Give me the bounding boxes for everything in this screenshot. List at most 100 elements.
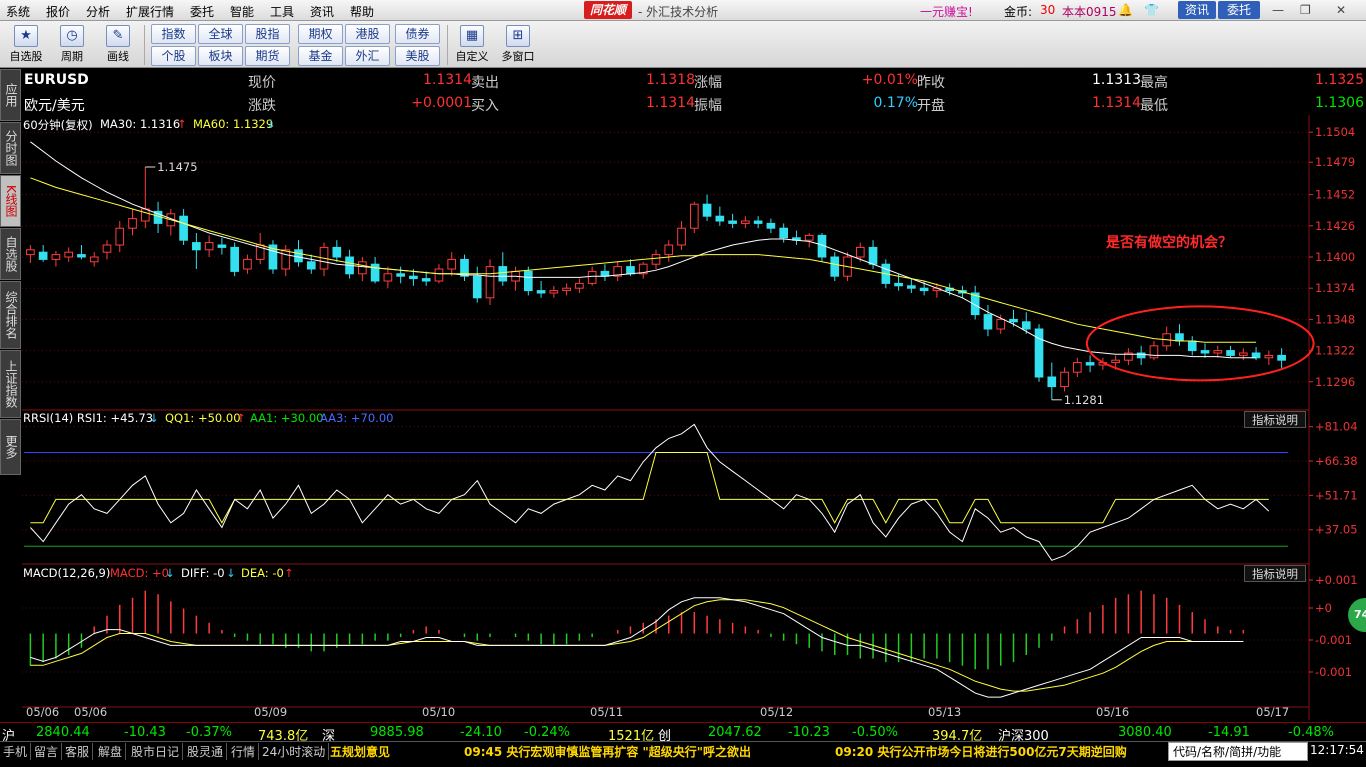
candle-body — [1085, 362, 1095, 366]
menu-item-tools[interactable]: 工具 — [270, 3, 294, 20]
y-tick-label: 1.1400 — [1315, 250, 1355, 264]
tab-24h[interactable]: 24小时滚动 — [259, 743, 330, 760]
window-title: - 外汇技术分析 — [638, 5, 719, 19]
rsi-explain-button[interactable]: 指标说明 — [1244, 411, 1306, 428]
menu-item-trade[interactable]: 委托 — [190, 3, 214, 20]
btn-global[interactable]: 全球 — [198, 24, 243, 44]
label-prev-close: 昨收 — [917, 75, 945, 91]
candle-body — [64, 251, 74, 258]
candle-body — [102, 244, 112, 253]
custom-button[interactable]: ▦ 自定义 — [452, 25, 492, 65]
candle-body — [1200, 350, 1210, 354]
rsi-line — [30, 423, 1270, 561]
candle-body — [664, 244, 674, 256]
menu-item-system[interactable]: 系统 — [6, 3, 30, 20]
x-date-label: 05/06 — [26, 705, 59, 719]
candle-body — [1060, 371, 1069, 388]
ticker-cy-change: -10.23 — [788, 725, 830, 740]
value-bid: 1.1314 — [646, 95, 695, 111]
search-input[interactable]: 代码/名称/简拼/功能 — [1168, 742, 1308, 761]
period-button[interactable]: ◷ 周期 — [52, 25, 92, 65]
bell-icon[interactable]: 🔔 — [1118, 3, 1133, 17]
y-tick-label: 1.1426 — [1315, 219, 1355, 233]
y-tick-label: +66.38 — [1315, 454, 1358, 468]
custom-icon: ▦ — [460, 25, 484, 47]
side-tab-apps[interactable]: 应用 — [0, 69, 21, 121]
menu-item-analysis[interactable]: 分析 — [86, 3, 110, 20]
tab-service[interactable]: 客服 — [62, 743, 94, 760]
candle-body — [396, 273, 405, 277]
toolbar-divider — [144, 25, 145, 65]
minimize-icon[interactable]: — — [1272, 3, 1284, 17]
tab-diary[interactable]: 股市日记 — [128, 743, 184, 760]
user-name[interactable]: 本本0915 — [1062, 3, 1117, 20]
candle-body — [536, 290, 546, 294]
candle-body — [715, 215, 725, 222]
side-tab-watchlist[interactable]: 自选股 — [0, 228, 21, 280]
btn-stocks[interactable]: 个股 — [151, 46, 196, 66]
menu-item-smart[interactable]: 智能 — [230, 3, 254, 20]
btn-bonds[interactable]: 债券 — [395, 24, 440, 44]
menu-item-quote[interactable]: 报价 — [46, 3, 70, 20]
btn-hk-stock[interactable]: 港股 — [345, 24, 390, 44]
promo-link[interactable]: 一元赚宝! — [920, 3, 973, 20]
btn-forex[interactable]: 外汇 — [345, 46, 390, 66]
btn-options[interactable]: 期权 — [298, 24, 343, 44]
candle-body — [230, 246, 239, 272]
dea-arrow-icon: ↑ — [284, 566, 294, 580]
watchlist-button[interactable]: ★ 自选股 — [6, 25, 46, 65]
candle-body — [855, 246, 865, 258]
news-ticker-2[interactable]: 09:45 央行宏观审慎监管再扩容 "超级央行"呼之欲出 — [464, 743, 751, 760]
trade-button[interactable]: 委托 — [1218, 1, 1260, 19]
menu-item-help[interactable]: 帮助 — [350, 3, 374, 20]
ma30-arrow-icon: ↑ — [177, 117, 187, 131]
news-ticker-3[interactable]: 09:20 央行公开市场今日将进行500亿元7天期逆回购 — [835, 743, 1139, 760]
menu-item-extended-quote[interactable]: 扩展行情 — [126, 3, 174, 20]
info-button[interactable]: 资讯 — [1178, 1, 1216, 19]
tab-market[interactable]: 行情 — [228, 743, 260, 760]
candle-body — [358, 261, 367, 275]
side-tab-sh-index[interactable]: 上证指数 — [0, 350, 21, 418]
news-ticker-1[interactable]: 五规划意见 — [330, 743, 390, 760]
btn-futures[interactable]: 期货 — [245, 46, 290, 66]
btn-stock-index[interactable]: 股指 — [245, 24, 290, 44]
candle-body — [1047, 376, 1057, 388]
diff-line — [30, 597, 1244, 698]
ticker-sh-value: 2840.44 — [36, 725, 90, 740]
label-ask: 卖出 — [471, 75, 499, 91]
side-tab-more[interactable]: 更多 — [0, 419, 21, 475]
maximize-icon[interactable]: ❐ — [1300, 3, 1311, 17]
star-icon: ★ — [14, 25, 38, 47]
macd-explain-button[interactable]: 指标说明 — [1244, 565, 1306, 582]
draw-line-button[interactable]: ✎ 画线 — [98, 25, 138, 65]
side-tab-timeshare[interactable]: 分时图 — [0, 122, 21, 174]
label-bid: 买入 — [471, 98, 499, 114]
btn-sectors[interactable]: 板块 — [198, 46, 243, 66]
multi-window-button[interactable]: ⊞ 多窗口 — [497, 25, 539, 65]
side-tab-kline[interactable]: K线图 — [0, 175, 21, 227]
btn-us-stock[interactable]: 美股 — [395, 46, 440, 66]
value-high: 1.1325 — [1315, 72, 1364, 88]
multi-window-label: 多窗口 — [501, 50, 535, 63]
label-high: 最高 — [1140, 75, 1168, 91]
symbol-name: 欧元/美元 — [24, 98, 85, 114]
tab-commentary[interactable]: 解盘 — [95, 743, 127, 760]
btn-funds[interactable]: 基金 — [298, 46, 343, 66]
close-icon[interactable]: ✕ — [1336, 3, 1346, 17]
index-ticker-bar: 沪 2840.44 -10.43 -0.37% 743.8亿 深 9885.98… — [0, 722, 1366, 744]
btn-index[interactable]: 指数 — [151, 24, 196, 44]
shirt-icon[interactable]: 👕 — [1144, 3, 1159, 17]
tab-stock-link[interactable]: 股灵通 — [184, 743, 228, 760]
x-date-label: 05/17 — [1256, 705, 1289, 719]
low-label: 1.1281 — [1064, 393, 1104, 407]
tab-mobile[interactable]: 手机 — [0, 743, 32, 760]
y-tick-label: 1.1504 — [1315, 125, 1355, 139]
tab-message[interactable]: 留言 — [31, 743, 63, 760]
side-tab-ranking[interactable]: 综合排名 — [0, 281, 21, 349]
y-tick-label: 1.1374 — [1315, 281, 1355, 295]
candle-body — [1187, 340, 1197, 352]
ticker-sh-change: -10.43 — [124, 725, 166, 740]
ticker-sz-value: 9885.98 — [370, 725, 424, 740]
candle-body — [472, 275, 482, 299]
menu-item-news[interactable]: 资讯 — [310, 3, 334, 20]
